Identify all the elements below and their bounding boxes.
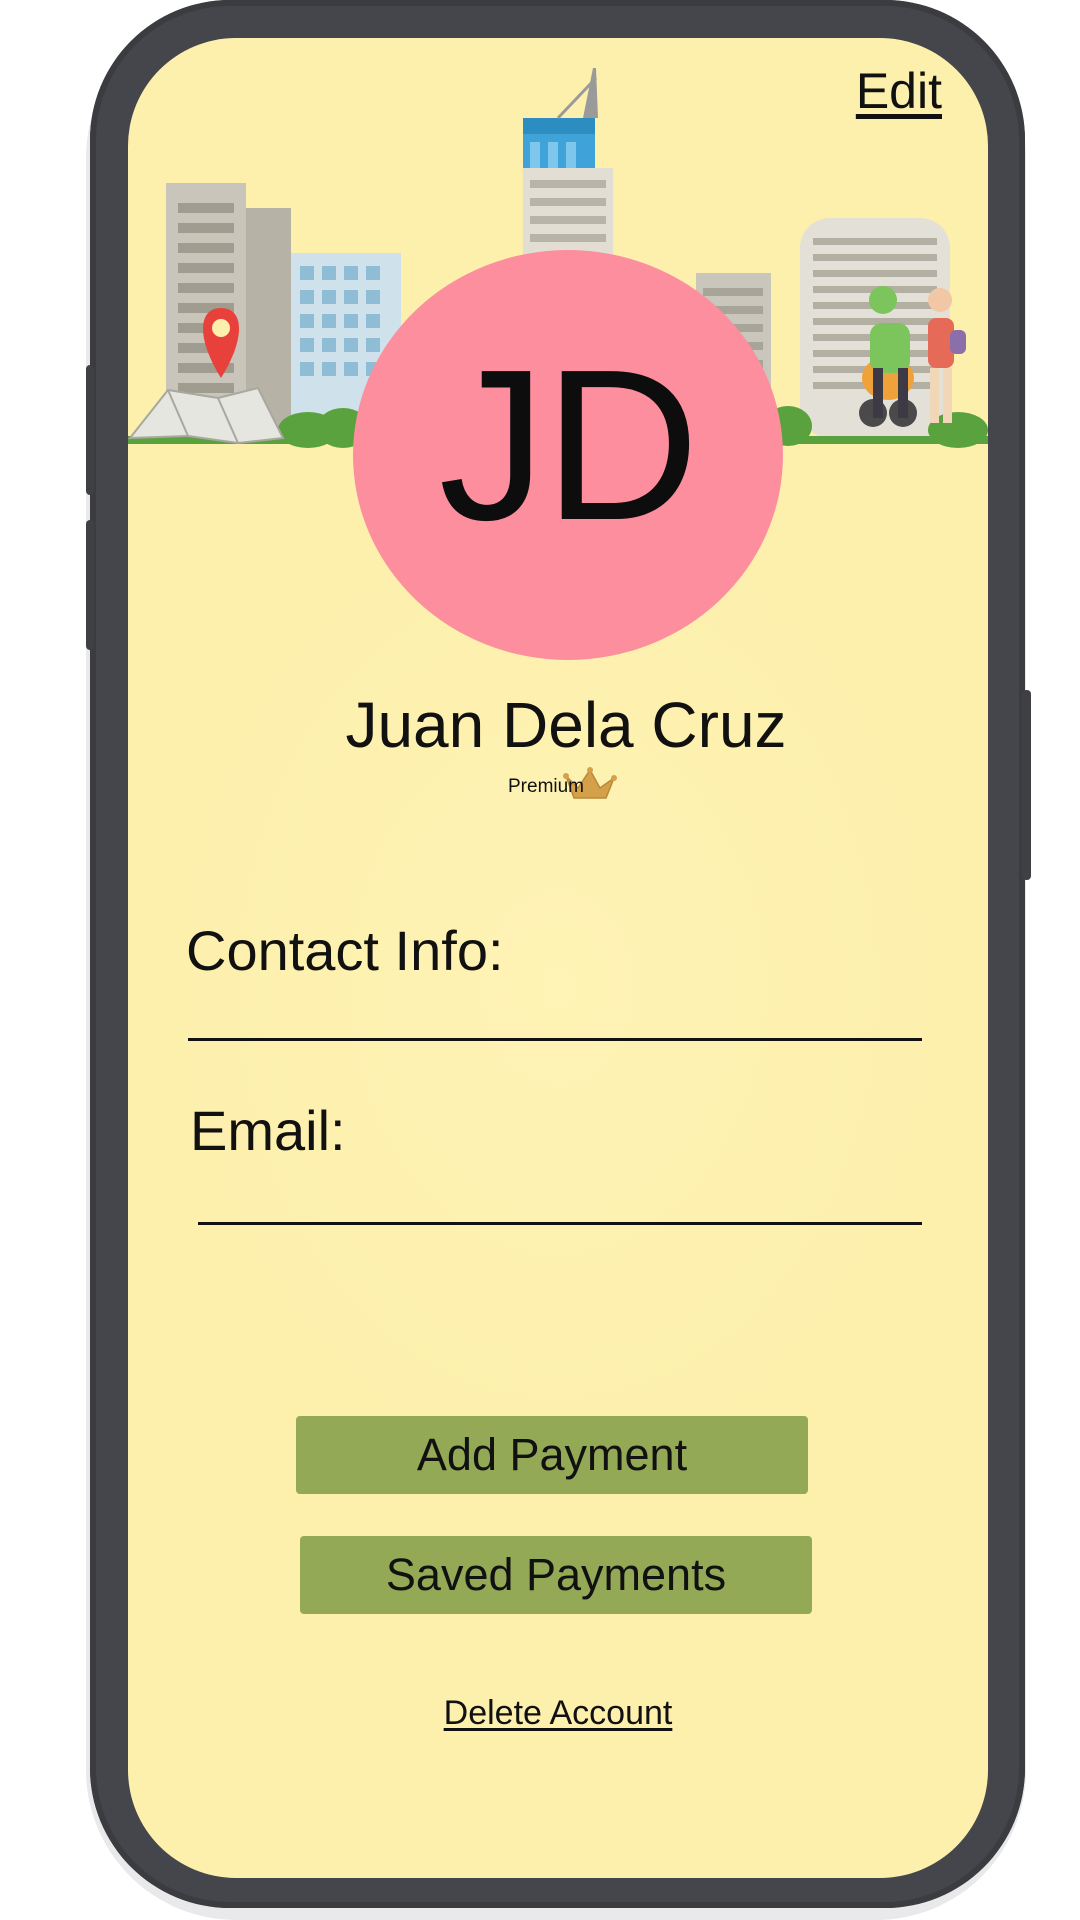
- add-payment-button[interactable]: Add Payment: [296, 1416, 808, 1494]
- contact-info-field[interactable]: [188, 1038, 922, 1041]
- tier-label: Premium: [508, 776, 585, 797]
- power-button: [1022, 690, 1031, 880]
- email-label: Email:: [190, 1099, 346, 1162]
- membership-tier: Premium: [508, 766, 648, 806]
- volume-up-button: [86, 365, 94, 495]
- contact-info-label: Contact Info:: [186, 919, 504, 982]
- app-screen: Edit JD Juan Dela Cruz Premium Contact I…: [128, 38, 988, 1878]
- edit-profile-link[interactable]: Edit: [856, 62, 942, 120]
- delete-account-link[interactable]: Delete Account: [128, 1694, 988, 1733]
- page: Edit JD Juan Dela Cruz Premium Contact I…: [0, 0, 1080, 1920]
- avatar-initials: JD: [438, 324, 700, 565]
- volume-down-button: [86, 520, 94, 650]
- saved-payments-button[interactable]: Saved Payments: [300, 1536, 812, 1614]
- email-field[interactable]: [198, 1222, 922, 1225]
- avatar[interactable]: JD: [353, 250, 783, 660]
- user-name: Juan Dela Cruz: [345, 689, 787, 761]
